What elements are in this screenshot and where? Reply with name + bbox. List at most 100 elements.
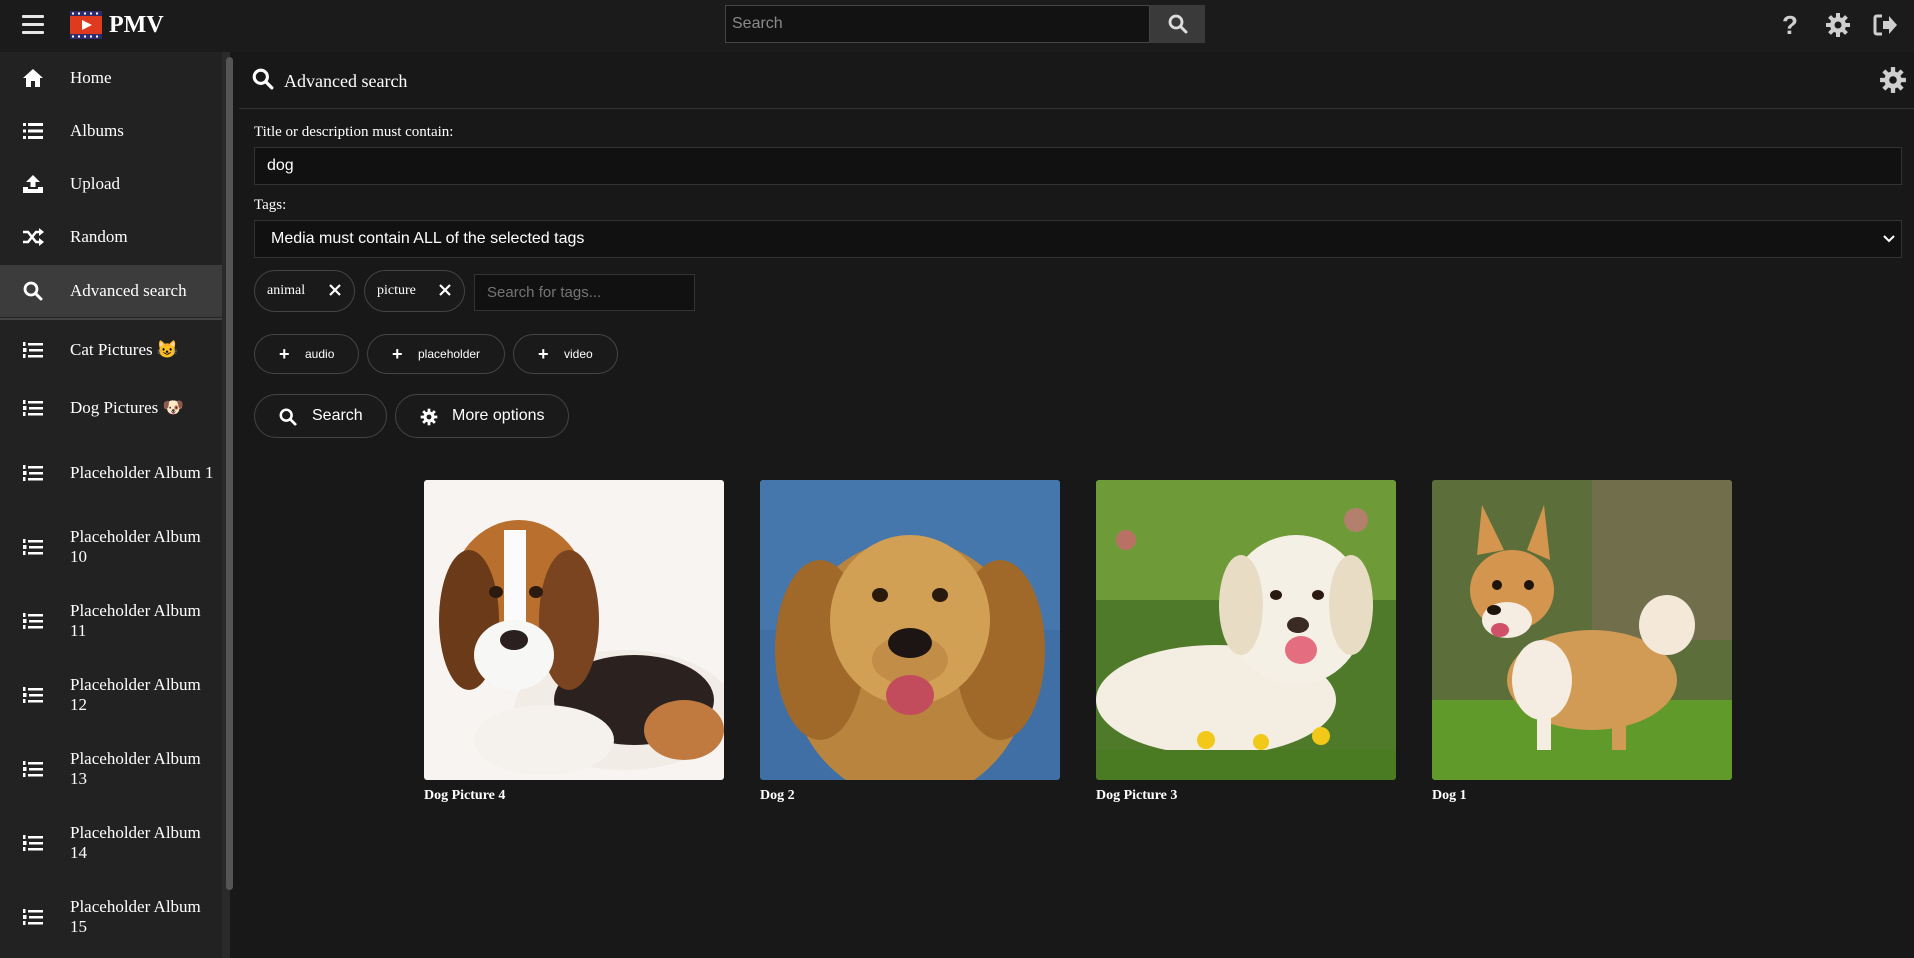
add-tag-audio-button[interactable]: + audio (254, 334, 359, 374)
sidebar-album-placeholder-1[interactable]: Placeholder Album 1 (0, 438, 222, 508)
album-list-icon (21, 609, 45, 633)
logo-icon (70, 11, 102, 39)
album-list-icon (21, 905, 45, 929)
sidebar-album-placeholder-10[interactable]: Placeholder Album 10 (0, 512, 222, 582)
media-thumbnail[interactable] (1432, 480, 1732, 780)
title-filter-label: Title or description must contain: (254, 124, 454, 140)
media-title: Dog 2 (760, 788, 795, 803)
search-submit-label: Search (312, 407, 363, 424)
upload-icon (21, 172, 45, 196)
album-list-icon (21, 396, 45, 420)
sidebar-item-advanced-search[interactable]: Advanced search (0, 265, 222, 317)
app-name[interactable]: PMV (109, 9, 164, 41)
sidebar-item-home[interactable]: Home (0, 52, 222, 104)
sidebar-album-placeholder-15[interactable]: Placeholder Album 15 (0, 882, 222, 952)
sidebar-item-label: Placeholder Album 10 (70, 527, 201, 566)
sidebar-item-label: Placeholder Album 1 (70, 463, 214, 482)
gear-icon[interactable] (1823, 10, 1853, 40)
sidebar-item-upload[interactable]: Upload (0, 158, 222, 210)
top-bar: PMV ? (0, 0, 1914, 52)
sidebar-item-label: Placeholder Album 13 (70, 749, 201, 788)
search-input[interactable] (726, 6, 1150, 42)
album-list-icon (21, 757, 45, 781)
sidebar-item-label: Cat Pictures 😺 (70, 340, 179, 359)
chevron-down-icon (1883, 235, 1895, 243)
media-card[interactable]: Dog 1 (1432, 480, 1732, 803)
search-icon (252, 68, 276, 92)
suggested-tag-label: video (564, 347, 593, 361)
media-thumbnail[interactable] (1096, 480, 1396, 780)
sidebar-divider (0, 318, 222, 320)
plus-icon: + (538, 344, 549, 364)
media-card[interactable]: Dog Picture 3 (1096, 480, 1396, 803)
album-list-icon (21, 683, 45, 707)
tags-mode-value: Media must contain ALL of the selected t… (271, 230, 585, 247)
sidebar-item-label: Placeholder Album 15 (70, 897, 201, 936)
suggested-tag-label: audio (305, 347, 335, 361)
list-icon (21, 119, 45, 143)
media-title: Dog Picture 4 (424, 788, 506, 803)
close-icon[interactable] (326, 281, 344, 299)
search-icon (21, 279, 45, 303)
sidebar-album-placeholder-12[interactable]: Placeholder Album 12 (0, 660, 222, 730)
album-list-icon (21, 338, 45, 362)
sidebar-item-label: Random (70, 227, 128, 246)
sidebar-item-label: Placeholder Album 14 (70, 823, 201, 862)
media-thumbnail[interactable] (760, 480, 1060, 780)
sidebar-item-label: Advanced search (70, 281, 187, 300)
page-title: Advanced search (284, 71, 408, 91)
sidebar-item-label: Home (70, 68, 112, 87)
suggested-tag-label: placeholder (418, 347, 481, 361)
help-icon[interactable]: ? (1775, 10, 1805, 40)
sidebar-item-albums[interactable]: Albums (0, 105, 222, 157)
tag-search-input[interactable] (474, 274, 695, 311)
sidebar-scrollbar-thumb[interactable] (226, 57, 233, 890)
close-icon[interactable] (436, 281, 454, 299)
search-submit-button[interactable]: Search (254, 394, 387, 438)
menu-icon[interactable] (19, 12, 49, 38)
tags-mode-select[interactable]: Media must contain ALL of the selected t… (254, 220, 1902, 258)
tag-label: animal (267, 283, 306, 298)
search-icon (1168, 14, 1187, 34)
more-options-button[interactable]: More options (395, 394, 569, 438)
sidebar: Home Albums Upload Random Advanced searc… (0, 52, 230, 958)
sidebar-item-label: Albums (70, 121, 124, 140)
shuffle-icon (21, 225, 45, 249)
album-list-icon (21, 535, 45, 559)
add-tag-video-button[interactable]: + video (513, 334, 618, 374)
plus-icon: + (392, 344, 403, 364)
page-settings-gear-icon[interactable] (1879, 66, 1909, 96)
sidebar-item-label: Dog Pictures 🐶 (70, 398, 184, 417)
media-card[interactable]: Dog 2 (760, 480, 1060, 803)
tag-label: picture (377, 283, 416, 298)
sidebar-album-placeholder-14[interactable]: Placeholder Album 14 (0, 808, 222, 878)
album-list-icon (21, 831, 45, 855)
more-options-label: More options (452, 407, 545, 424)
media-title: Dog Picture 3 (1096, 788, 1178, 803)
media-card[interactable]: Dog Picture 4 (424, 480, 724, 803)
selected-tag-chip: picture (364, 270, 465, 312)
home-icon (21, 66, 45, 90)
selected-tag-chip: animal (254, 270, 355, 312)
media-thumbnail[interactable] (424, 480, 724, 780)
search-icon (279, 408, 297, 426)
sidebar-album-placeholder-11[interactable]: Placeholder Album 11 (0, 586, 222, 656)
sidebar-album-dog-pictures[interactable]: Dog Pictures 🐶 (0, 380, 222, 436)
sidebar-album-placeholder-13[interactable]: Placeholder Album 13 (0, 734, 222, 804)
plus-icon: + (279, 344, 290, 364)
add-tag-placeholder-button[interactable]: + placeholder (367, 334, 505, 374)
sidebar-item-label: Upload (70, 174, 121, 193)
search-box (725, 5, 1150, 43)
sidebar-item-label: Placeholder Album 12 (70, 675, 201, 714)
album-list-icon (21, 461, 45, 485)
page-header (239, 60, 1914, 109)
sidebar-album-cat-pictures[interactable]: Cat Pictures 😺 (0, 322, 222, 378)
sidebar-item-random[interactable]: Random (0, 211, 222, 263)
search-button[interactable] (1150, 5, 1205, 43)
sidebar-item-label: Placeholder Album 11 (70, 601, 201, 640)
media-title: Dog 1 (1432, 788, 1467, 803)
title-filter-input[interactable] (254, 147, 1902, 185)
tags-label: Tags: (254, 197, 287, 213)
logout-icon[interactable] (1871, 10, 1901, 40)
gear-icon (420, 408, 438, 426)
